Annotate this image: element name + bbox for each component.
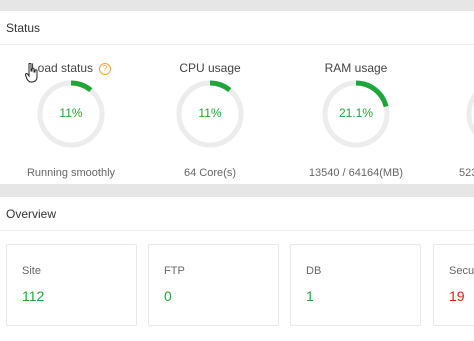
card-label: Secu: [449, 265, 474, 277]
gauge-label: RAM usage: [324, 61, 388, 75]
gauge-sub-text: 13540 / 64164(MB): [308, 167, 404, 179]
gauge-value: 11%: [59, 106, 83, 120]
gauge-ring: 21.1%: [321, 79, 391, 149]
hand-cursor-icon: [25, 63, 38, 83]
overview-card-site[interactable]: Site 112: [6, 244, 137, 326]
status-header: Status: [0, 11, 474, 45]
card-value[interactable]: 19: [449, 288, 465, 304]
gauge-sub-text: Running smoothly: [26, 167, 116, 179]
question-icon[interactable]: ?: [99, 63, 112, 75]
card-label: FTP: [164, 265, 185, 277]
overview-card-db[interactable]: DB 1: [290, 244, 421, 326]
status-panel: Status Load status? 11% Running smoothly…: [0, 11, 474, 184]
card-label: DB: [306, 265, 322, 277]
card-label: Site: [22, 265, 41, 277]
gauge-label: CPU usage: [179, 61, 241, 75]
overview-title: Overview: [6, 207, 57, 221]
card-value[interactable]: 1: [306, 288, 314, 304]
gauge-sub-text: 64 Core(s): [184, 167, 236, 179]
overview-panel: Overview Site 112 FTP 0 DB 1 Secu 19: [0, 197, 474, 341]
gauge-disk-partial[interactable]: 523: [410, 61, 474, 181]
gauge-value: 21.1%: [338, 106, 374, 120]
card-value[interactable]: 0: [164, 288, 172, 304]
gauge-ring-svg: [466, 92, 474, 136]
gauge-cpu-usage[interactable]: CPU usage 11% 64 Core(s): [145, 61, 275, 181]
overview-card-ftp[interactable]: FTP 0: [148, 244, 279, 326]
overview-header: Overview: [0, 197, 474, 231]
gauge-track: [466, 92, 474, 136]
card-value[interactable]: 112: [22, 288, 44, 304]
status-title: Status: [6, 21, 41, 35]
gauge-sub-text: 523: [459, 167, 474, 179]
gauge-ring: [465, 79, 474, 149]
overview-card-security[interactable]: Secu 19: [433, 244, 474, 326]
gauge-value: 11%: [198, 106, 222, 120]
gauge-ring: 11%: [36, 79, 106, 149]
gauge-ring: 11%: [175, 79, 245, 149]
gauge-ram-usage[interactable]: RAM usage 21.1% 13540 / 64164(MB): [291, 61, 421, 181]
